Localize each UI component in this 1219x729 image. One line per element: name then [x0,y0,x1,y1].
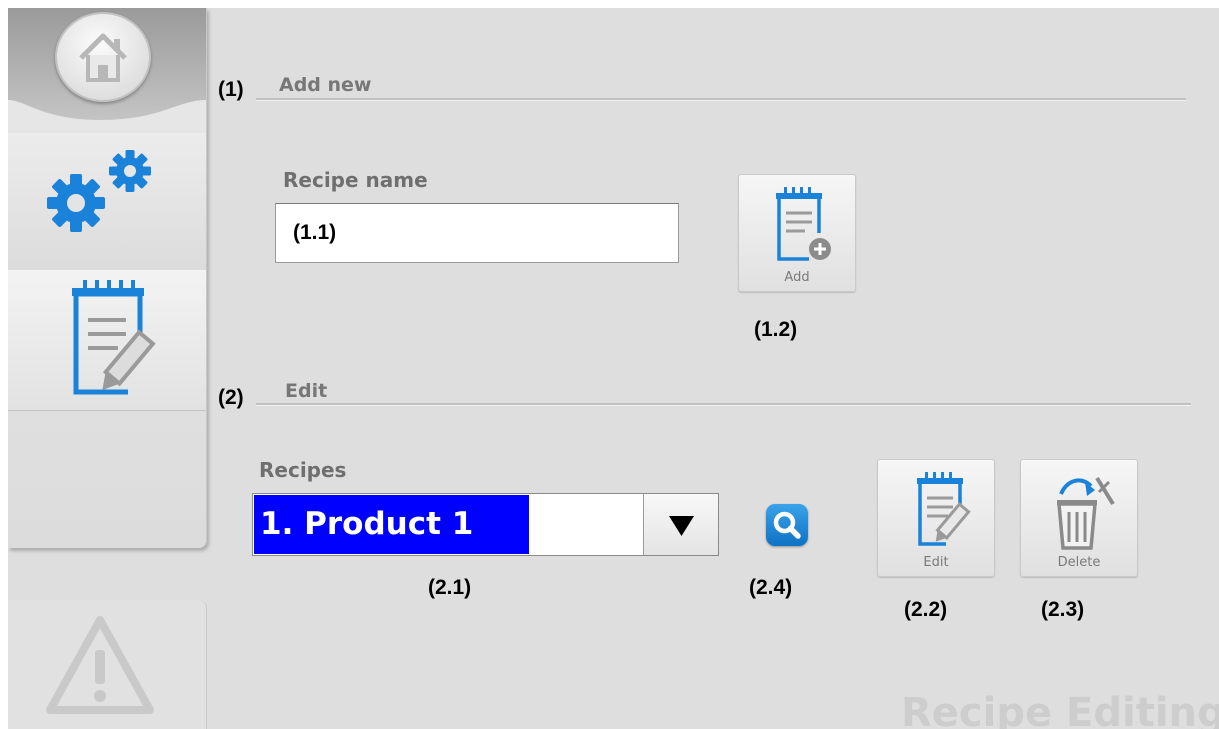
recipe-edit-icon [72,280,156,395]
recipes-select[interactable]: 1. Product 1 [252,493,719,556]
recipes-select-annotation: (2.1) [428,576,472,599]
home-icon [79,33,127,82]
recipe-editing-screen: (1) Add new Recipe name (1.1) Add (1.2) … [8,8,1219,729]
section-add-title: Add new [279,74,372,96]
warning-icon [46,616,154,714]
section-add-number: (1) [218,78,244,101]
search-annotation: (2.4) [749,576,793,599]
section-edit-title: Edit [285,380,328,402]
edit-recipe-button[interactable]: Edit [877,459,995,577]
delete-recipe-button[interactable]: Delete [1020,459,1138,577]
delete-button-label: Delete [1057,555,1101,570]
recipes-dropdown-button[interactable] [643,494,718,555]
edit-button-annotation: (2.2) [904,598,948,621]
home-button[interactable] [55,12,151,102]
delete-button-annotation: (2.3) [1041,598,1085,621]
recipe-name-input[interactable]: (1.1) [275,203,679,263]
section-add-divider [256,98,1186,101]
search-icon [773,511,801,539]
sidebar-item-settings[interactable] [8,133,206,271]
add-button-annotation: (1.2) [754,318,798,341]
edit-button-label: Edit [923,555,949,570]
sidebar-warnings[interactable] [8,600,207,729]
page-title-watermark: Recipe Editing [901,690,1219,729]
sidebar-item-recipes[interactable] [8,270,206,411]
gears-icon [47,150,151,232]
recipes-label: Recipes [259,458,347,482]
recipe-name-label: Recipe name [283,168,428,192]
sidebar-nav [8,8,207,548]
dropdown-arrow-icon [669,516,694,536]
section-edit-divider [256,403,1191,406]
section-edit-number: (2) [218,386,244,409]
add-recipe-button[interactable]: Add [738,174,856,292]
sidebar-item-empty[interactable] [8,410,206,548]
add-button-label: Add [784,270,810,285]
recipe-name-input-value: (1.1) [293,221,337,244]
recipes-select-value: 1. Product 1 [254,495,529,554]
home-header [8,8,206,126]
search-button[interactable] [766,504,808,546]
